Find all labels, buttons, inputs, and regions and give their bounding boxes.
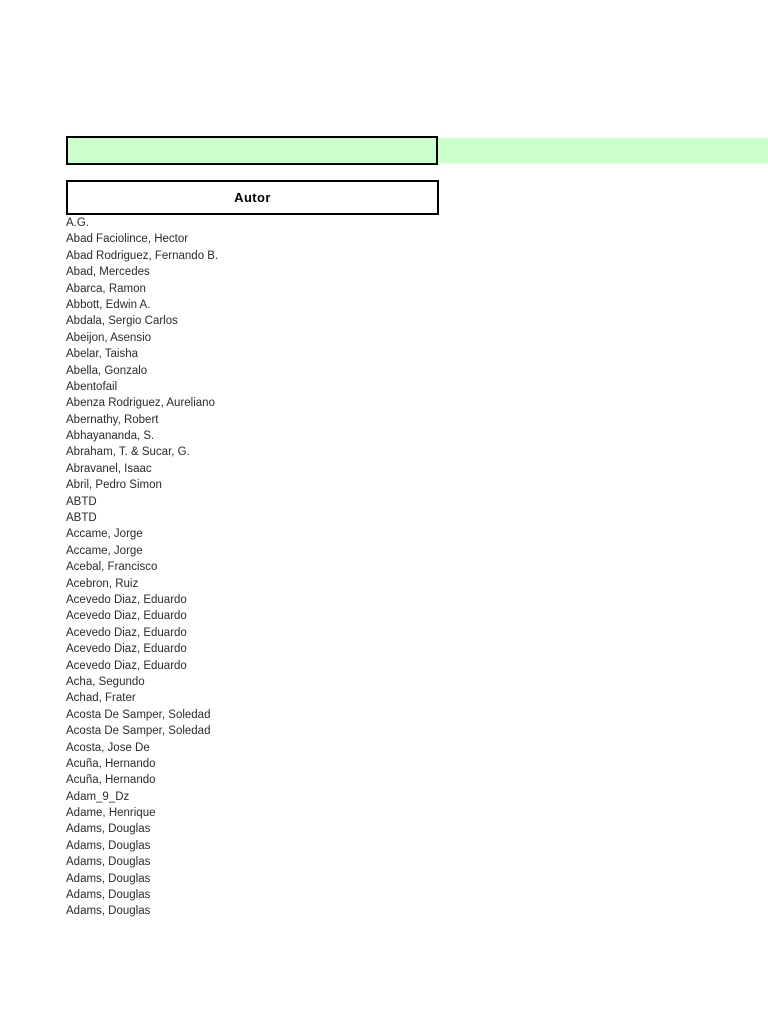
table-row[interactable]: Acuña, Hernando	[66, 756, 466, 772]
table-row[interactable]: Adams, Douglas	[66, 838, 466, 854]
table-row[interactable]: Abad, Mercedes	[66, 264, 466, 280]
table-row[interactable]: Acosta, Jose De	[66, 740, 466, 756]
table-row[interactable]: Abelar, Taisha	[66, 346, 466, 362]
table-row[interactable]: Acevedo Diaz, Eduardo	[66, 641, 466, 657]
table-row[interactable]: Adams, Douglas	[66, 887, 466, 903]
table-row[interactable]: Abad Faciolince, Hector	[66, 231, 466, 247]
table-row[interactable]: Abad Rodriguez, Fernando B.	[66, 248, 466, 264]
table-row[interactable]: Abentofail	[66, 379, 466, 395]
table-row[interactable]: Acevedo Diaz, Eduardo	[66, 658, 466, 674]
table-row[interactable]: Adams, Douglas	[66, 854, 466, 870]
table-row[interactable]: Adams, Douglas	[66, 821, 466, 837]
table-row[interactable]: Achad, Frater	[66, 690, 466, 706]
table-row[interactable]: Acuña, Hernando	[66, 772, 466, 788]
table-row[interactable]: Abril, Pedro Simon	[66, 477, 466, 493]
table-row[interactable]: Acosta De Samper, Soledad	[66, 723, 466, 739]
table-row[interactable]: Abraham, T. & Sucar, G.	[66, 444, 466, 460]
table-row[interactable]: Abarca, Ramon	[66, 281, 466, 297]
table-row[interactable]: ABTD	[66, 510, 466, 526]
table-row[interactable]: Acosta De Samper, Soledad	[66, 707, 466, 723]
banner-green-fill	[438, 138, 768, 163]
table-row[interactable]: Acevedo Diaz, Eduardo	[66, 608, 466, 624]
table-row[interactable]: Acevedo Diaz, Eduardo	[66, 625, 466, 641]
table-column-header-autor[interactable]: Autor	[66, 180, 439, 215]
table-row[interactable]: Abbott, Edwin A.	[66, 297, 466, 313]
table-row[interactable]: Abeijon, Asensio	[66, 330, 466, 346]
banner-row	[0, 136, 768, 165]
banner-cell[interactable]	[66, 136, 438, 165]
table-row[interactable]: Abravanel, Isaac	[66, 461, 466, 477]
table-row[interactable]: Acebal, Francisco	[66, 559, 466, 575]
table-row[interactable]: ABTD	[66, 494, 466, 510]
table-row[interactable]: Abella, Gonzalo	[66, 363, 466, 379]
column-header-label: Autor	[234, 190, 271, 205]
table-row[interactable]: Accame, Jorge	[66, 543, 466, 559]
table-row[interactable]: Abhayananda, S.	[66, 428, 466, 444]
table-row[interactable]: Adams, Douglas	[66, 903, 466, 919]
table-row[interactable]: Adam_9_Dz	[66, 789, 466, 805]
table-row[interactable]: A.G.	[66, 215, 466, 231]
table-row[interactable]: Abenza Rodriguez, Aureliano	[66, 395, 466, 411]
table-row[interactable]: Adame, Henrique	[66, 805, 466, 821]
table-row[interactable]: Acebron, Ruiz	[66, 576, 466, 592]
author-list: A.G. Abad Faciolince, Hector Abad Rodrigue…	[66, 215, 466, 920]
table-row[interactable]: Acha, Segundo	[66, 674, 466, 690]
table-row[interactable]: Acevedo Diaz, Eduardo	[66, 592, 466, 608]
table-row[interactable]: Abernathy, Robert	[66, 412, 466, 428]
table-row[interactable]: Abdala, Sergio Carlos	[66, 313, 466, 329]
table-row[interactable]: Accame, Jorge	[66, 526, 466, 542]
table-row[interactable]: Adams, Douglas	[66, 871, 466, 887]
